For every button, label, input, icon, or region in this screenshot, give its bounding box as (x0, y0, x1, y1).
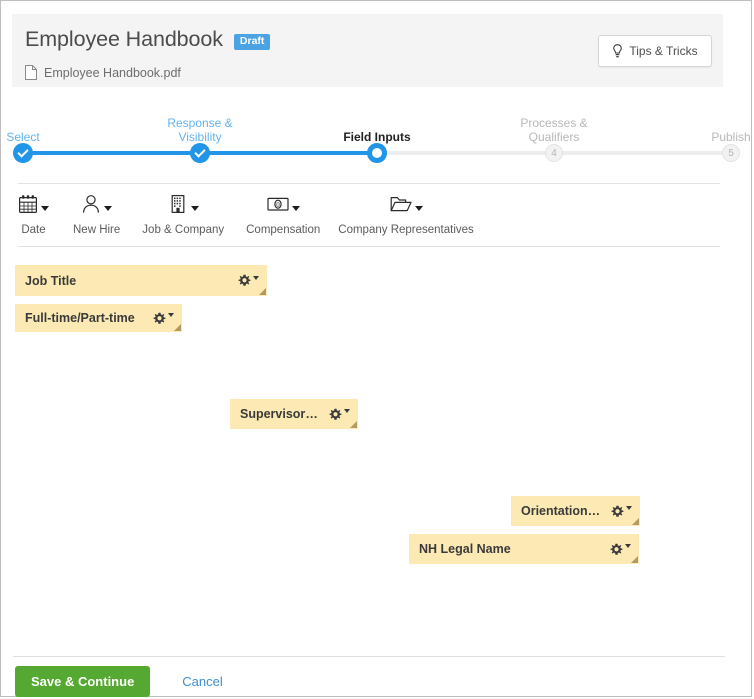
field-type-toolbar: Date New Hire Job & Company 0 Compensation Co… (18, 191, 474, 236)
svg-text:0: 0 (276, 201, 280, 209)
progress-stepper: Select Response & Visibility Field Inputs P… (1, 106, 753, 168)
chevron-down-icon[interactable] (167, 313, 174, 317)
chevron-down-icon[interactable] (625, 544, 631, 548)
resize-handle[interactable] (631, 556, 638, 563)
building-icon (168, 191, 199, 217)
toolbar-item-label: New Hire (73, 224, 121, 236)
footer-actions: Save & Continue Cancel (15, 666, 223, 697)
field-tag-label: Job Title (25, 273, 77, 288)
toolbar-divider-top (18, 183, 720, 184)
field-tag[interactable]: Supervisor Legal… (230, 399, 358, 429)
document-header-panel: Employee Handbook Draft Employee Handboo… (12, 14, 723, 87)
field-tag-settings-button[interactable] (145, 312, 174, 325)
page-root: Employee Handbook Draft Employee Handboo… (0, 0, 752, 697)
stepper-step-marker[interactable]: 5 (722, 144, 740, 162)
field-tag[interactable]: Job Title (15, 265, 267, 296)
field-tag[interactable]: Full-time/Part-time (15, 304, 182, 332)
stepper-step-label: Field Inputs (343, 129, 411, 144)
toolbar-item-company-representatives[interactable]: Company Representatives (338, 191, 474, 236)
stepper-step-label: Publish (711, 129, 751, 144)
toolbar-item-date[interactable]: Date (18, 191, 49, 236)
stepper-step-3[interactable]: Field Inputs (317, 106, 437, 168)
field-tag-label: Full-time/Part-time (25, 311, 135, 325)
field-tag[interactable]: Orientation Date (511, 496, 640, 526)
chevron-down-icon[interactable] (104, 205, 113, 211)
tips-and-tricks-label: Tips & Tricks (629, 44, 698, 58)
stepper-step-marker[interactable]: 4 (545, 144, 563, 162)
resize-handle[interactable] (259, 288, 266, 295)
person-icon (81, 191, 113, 217)
chevron-down-icon[interactable] (344, 409, 350, 413)
page-title: Employee Handbook (25, 27, 223, 51)
resize-handle[interactable] (173, 324, 181, 331)
stepper-step-2[interactable]: Response & Visibility (140, 106, 260, 168)
stepper-step-marker[interactable] (190, 143, 210, 163)
document-icon (25, 65, 44, 80)
status-badge: Draft (233, 34, 271, 50)
calendar-icon (18, 191, 49, 217)
stepper-step-label: Select (6, 129, 40, 144)
chevron-down-icon[interactable] (626, 506, 632, 510)
field-tag-settings-button[interactable] (230, 274, 259, 287)
save-and-continue-button[interactable]: Save & Continue (15, 666, 151, 697)
money-icon: 0 (267, 191, 300, 217)
document-file-row: Employee Handbook.pdf (25, 65, 181, 80)
stepper-step-marker[interactable] (367, 143, 387, 163)
document-title-row: Employee Handbook Draft (25, 27, 271, 51)
cancel-link[interactable]: Cancel (182, 674, 222, 689)
stepper-step-1[interactable]: Select (0, 106, 83, 168)
field-tag-label: Orientation Date (521, 504, 603, 518)
toolbar-divider-bottom (18, 246, 720, 247)
chevron-down-icon[interactable] (291, 205, 300, 211)
stepper-step-5[interactable]: Publish 5 (671, 106, 754, 168)
field-tag-settings-button[interactable] (603, 505, 632, 518)
footer-divider (13, 656, 725, 657)
tips-and-tricks-button[interactable]: Tips & Tricks (598, 35, 712, 67)
field-tag[interactable]: NH Legal Name (409, 534, 639, 564)
chevron-down-icon[interactable] (253, 275, 259, 280)
field-tag-label: Supervisor Legal… (240, 407, 321, 421)
toolbar-item-label: Company Representatives (338, 224, 474, 236)
resize-handle[interactable] (632, 518, 639, 525)
stepper-step-4[interactable]: Processes & Qualifiers 4 (494, 106, 614, 168)
chevron-down-icon[interactable] (190, 205, 199, 211)
field-tag-settings-button[interactable] (602, 543, 631, 556)
field-tag-settings-button[interactable] (321, 408, 350, 421)
folder-icon (390, 191, 423, 217)
toolbar-item-label: Compensation (246, 224, 321, 236)
toolbar-item-new-hire[interactable]: New Hire (73, 191, 120, 236)
stepper-step-marker[interactable] (13, 143, 33, 163)
toolbar-item-compensation[interactable]: 0 Compensation (246, 191, 320, 236)
chevron-down-icon[interactable] (41, 205, 49, 211)
field-tag-label: NH Legal Name (419, 542, 511, 556)
lightbulb-icon (612, 44, 629, 58)
resize-handle[interactable] (350, 421, 357, 428)
document-filename: Employee Handbook.pdf (44, 65, 181, 80)
toolbar-item-job-company[interactable]: Job & Company (142, 191, 224, 236)
stepper-step-label: Processes & Qualifiers (520, 116, 588, 144)
toolbar-item-label: Date (21, 224, 46, 236)
toolbar-item-label: Job & Company (142, 224, 225, 236)
stepper-step-label: Response & Visibility (167, 116, 233, 144)
chevron-down-icon[interactable] (414, 205, 423, 211)
